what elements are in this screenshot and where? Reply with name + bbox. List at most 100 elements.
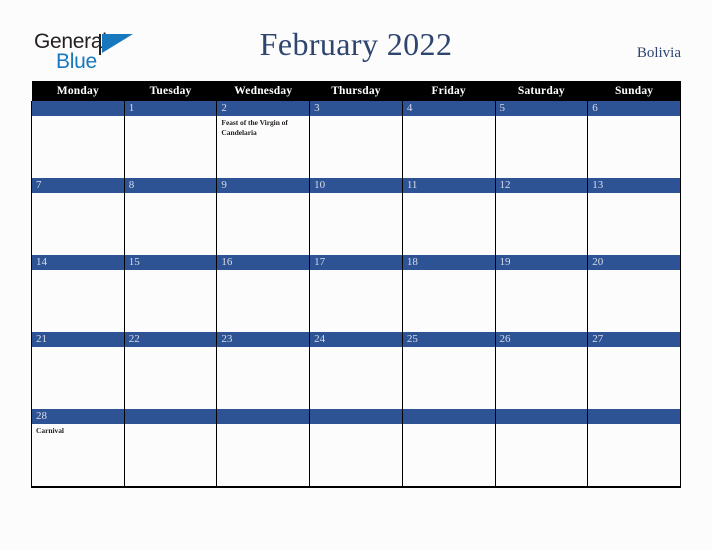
- day-cell-header[interactable]: 20: [587, 255, 681, 270]
- day-cell-header[interactable]: 14: [31, 255, 125, 270]
- day-event: [32, 347, 124, 349]
- day-cell-header[interactable]: 4: [401, 101, 496, 116]
- day-number: 25: [406, 333, 418, 345]
- day-number: [588, 409, 680, 410]
- day-cell-header[interactable]: [216, 409, 311, 424]
- day-cell-body[interactable]: [401, 347, 496, 409]
- day-number: 8: [128, 179, 135, 191]
- day-cell-body[interactable]: [31, 116, 125, 178]
- day-cell-body[interactable]: [587, 424, 681, 488]
- day-cell-header[interactable]: 12: [494, 178, 589, 193]
- day-cell-body[interactable]: [123, 424, 218, 488]
- day-number: 5: [499, 102, 506, 114]
- day-cell-header[interactable]: 17: [309, 255, 403, 270]
- day-cell-body[interactable]: [401, 270, 496, 332]
- day-cell-header[interactable]: [31, 101, 125, 116]
- day-cell-body[interactable]: [123, 270, 218, 332]
- day-cell-header[interactable]: 21: [31, 332, 125, 347]
- day-cell-body[interactable]: [587, 116, 681, 178]
- day-cell-header[interactable]: 1: [123, 101, 218, 116]
- day-cell-body[interactable]: [216, 424, 311, 488]
- day-cell-body[interactable]: Feast of the Virgin of Candelaria: [216, 116, 311, 178]
- country-label: Bolivia: [636, 45, 681, 61]
- day-cell-header[interactable]: 6: [587, 101, 681, 116]
- calendar-grid: Monday Tuesday Wednesday Thursday Friday…: [31, 81, 681, 488]
- day-cell-body[interactable]: [587, 193, 681, 255]
- day-cell-body[interactable]: [587, 270, 681, 332]
- weekday-header-row: Monday Tuesday Wednesday Thursday Friday…: [31, 81, 681, 101]
- page-header: General Blue February 2022 Bolivia: [0, 0, 712, 81]
- day-event: [588, 347, 680, 349]
- day-cell-header[interactable]: 19: [494, 255, 589, 270]
- day-number: 24: [314, 333, 326, 345]
- day-event: [496, 347, 588, 349]
- day-event: [125, 193, 217, 195]
- day-cell-header[interactable]: [123, 409, 218, 424]
- day-cell-body[interactable]: [309, 424, 403, 488]
- day-cell-header[interactable]: [494, 409, 589, 424]
- day-cell-body[interactable]: [401, 116, 496, 178]
- day-event: [588, 116, 680, 118]
- weekday-header-monday: Monday: [31, 81, 125, 101]
- day-cell-body[interactable]: [401, 193, 496, 255]
- day-cell-header[interactable]: 16: [216, 255, 311, 270]
- day-cell-header[interactable]: [401, 409, 496, 424]
- day-cell-body[interactable]: [216, 270, 311, 332]
- day-cell-body[interactable]: [123, 347, 218, 409]
- day-cell-header[interactable]: 8: [123, 178, 218, 193]
- day-cell-body[interactable]: [31, 347, 125, 409]
- day-cell-header[interactable]: 22: [123, 332, 218, 347]
- day-number: 13: [592, 179, 604, 191]
- day-event: [496, 424, 588, 426]
- day-cell-body[interactable]: [494, 270, 589, 332]
- day-cell-body[interactable]: [309, 116, 403, 178]
- day-cell-body[interactable]: [123, 116, 218, 178]
- day-cell-header[interactable]: 23: [216, 332, 311, 347]
- day-cell-header[interactable]: [587, 409, 681, 424]
- day-event: [32, 193, 124, 195]
- day-cell-body[interactable]: [494, 424, 589, 488]
- day-cell-body[interactable]: [587, 347, 681, 409]
- day-cell-header[interactable]: 7: [31, 178, 125, 193]
- day-cell-body[interactable]: [309, 347, 403, 409]
- day-number: 12: [499, 179, 511, 191]
- day-cell-body[interactable]: [216, 193, 311, 255]
- day-cell-header[interactable]: 28: [31, 409, 125, 424]
- day-event: [310, 270, 402, 272]
- day-cell-body[interactable]: [494, 193, 589, 255]
- day-cell-header[interactable]: 9: [216, 178, 311, 193]
- day-cell-header[interactable]: 2: [216, 101, 311, 116]
- day-cell-header[interactable]: 24: [309, 332, 403, 347]
- day-event: [496, 270, 588, 272]
- day-cell-header[interactable]: 11: [401, 178, 496, 193]
- day-number: 27: [592, 333, 604, 345]
- day-cell-body[interactable]: [216, 347, 311, 409]
- day-cell-body[interactable]: [494, 116, 589, 178]
- day-cell-body[interactable]: [123, 193, 218, 255]
- day-cell-body[interactable]: [401, 424, 496, 488]
- day-cell-header[interactable]: 3: [309, 101, 403, 116]
- day-number: 21: [36, 333, 47, 345]
- day-cell-header[interactable]: 10: [309, 178, 403, 193]
- day-cell-header[interactable]: [309, 409, 403, 424]
- day-cell-header[interactable]: 25: [401, 332, 496, 347]
- day-cell-body[interactable]: [31, 193, 125, 255]
- day-number: 2: [221, 102, 227, 114]
- day-cell-body[interactable]: Carnival: [31, 424, 125, 488]
- day-cell-body[interactable]: [309, 193, 403, 255]
- day-cell-body[interactable]: [494, 347, 589, 409]
- week-daybar-row: 7 8 9 10 11 12 13: [31, 178, 681, 193]
- day-cell-header[interactable]: 13: [587, 178, 681, 193]
- day-event: Feast of the Virgin of Candelaria: [221, 118, 288, 137]
- day-cell-body[interactable]: [309, 270, 403, 332]
- day-cell-header[interactable]: 15: [123, 255, 218, 270]
- day-cell-header[interactable]: 27: [587, 332, 681, 347]
- day-cell-header[interactable]: 18: [401, 255, 496, 270]
- day-event: [310, 347, 402, 349]
- weekday-header-saturday: Saturday: [495, 81, 588, 101]
- day-number: 19: [499, 256, 511, 268]
- day-cell-header[interactable]: 26: [494, 332, 589, 347]
- day-cell-header[interactable]: 5: [494, 101, 589, 116]
- day-event: [403, 424, 495, 426]
- day-cell-body[interactable]: [31, 270, 125, 332]
